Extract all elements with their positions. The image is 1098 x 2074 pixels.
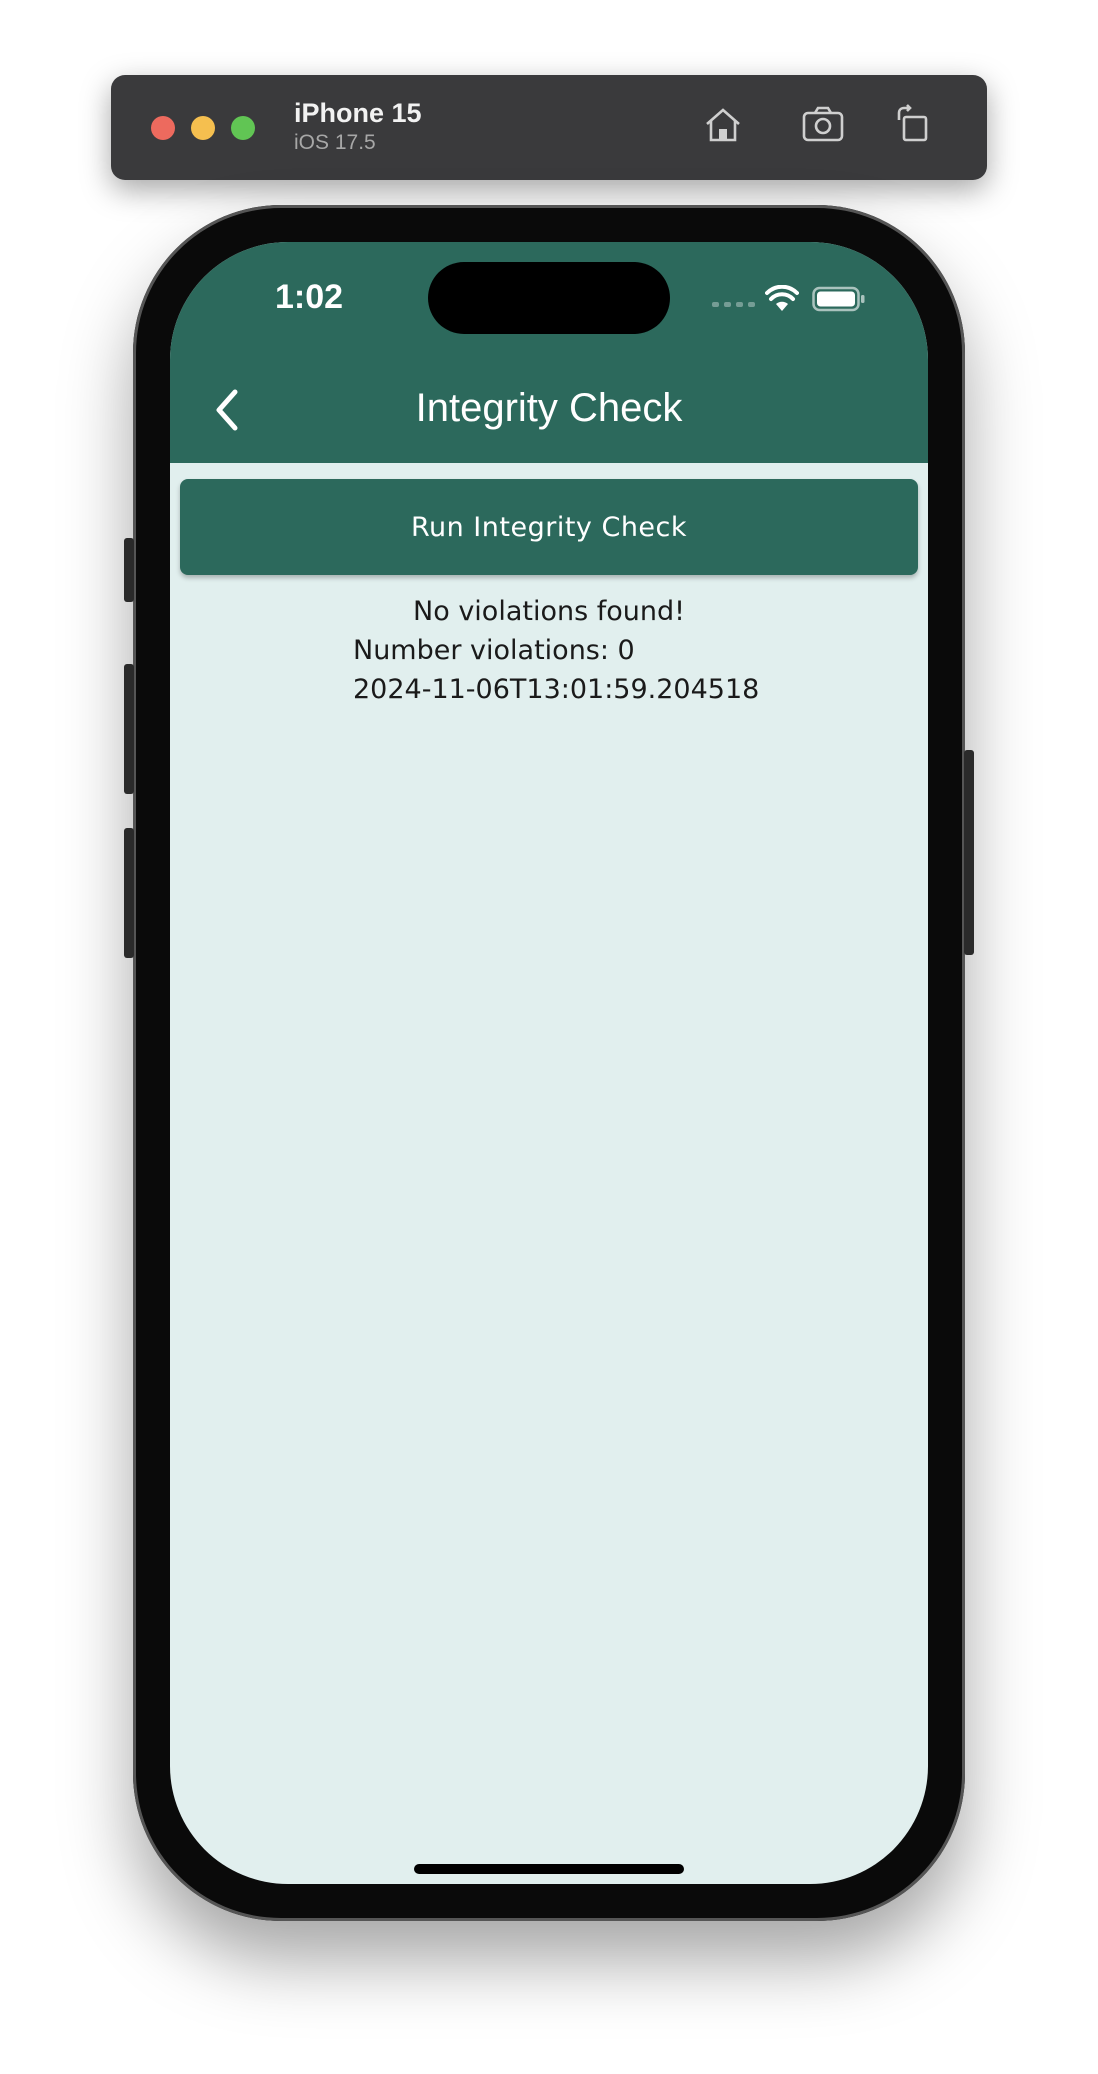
wifi-icon xyxy=(765,285,799,311)
simulator-device-name: iPhone 15 xyxy=(294,98,422,128)
simulator-os-version: iOS 17.5 xyxy=(294,131,376,154)
volume-up-button xyxy=(124,664,134,794)
app-screen: 1:02 Integrity Check Run Integrity Check… xyxy=(170,242,928,1884)
side-power-button xyxy=(964,750,974,955)
run-integrity-check-button[interactable]: Run Integrity Check xyxy=(180,479,918,575)
home-indicator[interactable] xyxy=(414,1864,684,1874)
home-button[interactable] xyxy=(699,100,747,148)
dynamic-island xyxy=(428,262,670,334)
window-close-button[interactable] xyxy=(151,116,175,140)
volume-down-button xyxy=(124,828,134,958)
home-icon xyxy=(706,108,740,142)
screenshot-icon xyxy=(802,106,844,142)
result-message: No violations found! xyxy=(413,596,685,627)
window-zoom-button[interactable] xyxy=(231,116,255,140)
check-timestamp: 2024-11-06T13:01:59.204518 xyxy=(353,674,760,705)
action-button xyxy=(124,538,134,602)
screenshot-button[interactable] xyxy=(799,100,847,148)
window-minimize-button[interactable] xyxy=(191,116,215,140)
cellular-signal-icon xyxy=(712,302,755,307)
rotate-icon xyxy=(897,104,928,142)
run-integrity-check-label: Run Integrity Check xyxy=(410,511,688,543)
status-time: 1:02 xyxy=(275,278,344,316)
battery-icon xyxy=(812,286,865,312)
rotate-button[interactable] xyxy=(889,100,937,148)
page-title: Integrity Check xyxy=(415,386,683,430)
violation-count: Number violations: 0 xyxy=(353,635,635,666)
